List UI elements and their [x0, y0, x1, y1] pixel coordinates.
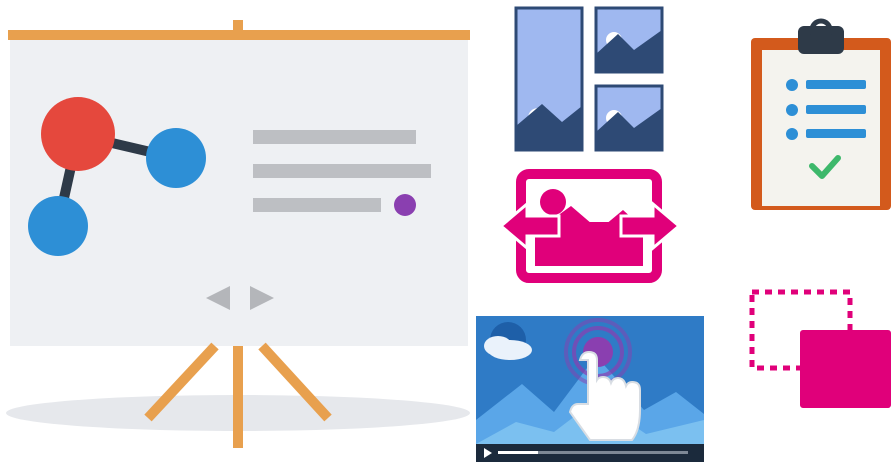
projection-screen [10, 40, 468, 346]
image-gallery-icon [514, 6, 664, 152]
clipboard-checklist-icon [748, 18, 891, 212]
moved-box [800, 330, 891, 408]
drag-drop-icon [748, 288, 891, 412]
molecule-blue-atom-left [28, 196, 88, 256]
text-line-2 [253, 164, 431, 178]
presentation-board-icon [0, 0, 480, 462]
image-swap-icon [497, 166, 683, 286]
tap-video-icon [476, 316, 704, 462]
text-line-3 [253, 198, 381, 212]
text-line-1 [253, 130, 416, 144]
screen-hook [233, 20, 243, 32]
purple-dot [394, 194, 416, 216]
molecule-blue-atom-right [146, 128, 206, 188]
molecule-red-atom [41, 97, 115, 171]
swap-sun [540, 189, 566, 215]
